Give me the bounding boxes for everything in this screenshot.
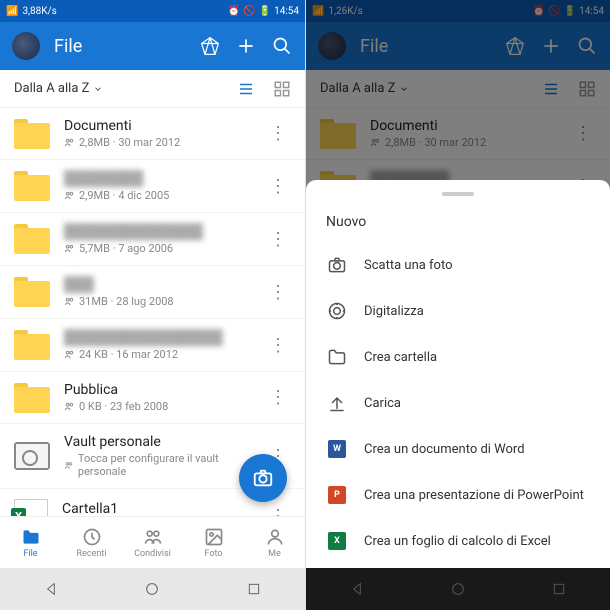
more-button[interactable]: ⋮ bbox=[265, 176, 291, 197]
vault-icon bbox=[14, 442, 50, 470]
file-item[interactable]: ████████ 2,9MB · 4 dic 2005 ⋮ bbox=[0, 160, 305, 213]
upload-icon bbox=[326, 392, 348, 414]
grid-view-icon[interactable] bbox=[273, 80, 291, 98]
battery-icon: 🔋 bbox=[259, 6, 271, 17]
file-item[interactable]: Documenti 2,8MB · 30 mar 2012 ⋮ bbox=[0, 108, 305, 160]
sheet-upload[interactable]: Carica bbox=[306, 380, 610, 426]
sort-button[interactable]: Dalla A alla Z bbox=[14, 81, 103, 96]
file-meta: 5,7MB · 7 ago 2006 bbox=[64, 242, 251, 255]
file-name: ███ bbox=[64, 276, 251, 293]
file-name: Vault personale bbox=[64, 434, 251, 450]
file-meta: 31MB · 28 lug 2008 bbox=[64, 295, 251, 308]
powerpoint-icon: P bbox=[328, 486, 346, 504]
more-button[interactable]: ⋮ bbox=[265, 335, 291, 356]
add-icon[interactable] bbox=[235, 35, 257, 57]
more-button[interactable]: ⋮ bbox=[265, 229, 291, 250]
chevron-down-icon bbox=[93, 84, 103, 94]
file-item[interactable]: ██████████████ 5,7MB · 7 ago 2006 ⋮ bbox=[0, 213, 305, 266]
file-meta: 2,9MB · 4 dic 2005 bbox=[64, 189, 251, 202]
sheet-handle[interactable] bbox=[442, 192, 474, 196]
folder-icon bbox=[14, 330, 50, 360]
bottom-sheet: Nuovo Scatta una foto Digitalizza Crea c… bbox=[306, 180, 610, 568]
folder-icon bbox=[326, 346, 348, 368]
file-item[interactable]: ████████████████ 24 KB · 16 mar 2012 ⋮ bbox=[0, 319, 305, 372]
screen-left: 📶 3,88K/s ⏰ 🚫 🔋 14:54 File Dalla A alla … bbox=[0, 0, 305, 610]
sheet-word[interactable]: W Crea un documento di Word bbox=[306, 426, 610, 472]
alarm-icon: ⏰ bbox=[228, 6, 240, 17]
sheet-take-photo[interactable]: Scatta una foto bbox=[306, 242, 610, 288]
sheet-powerpoint[interactable]: P Crea una presentazione di PowerPoint bbox=[306, 472, 610, 518]
fab-camera[interactable] bbox=[239, 454, 287, 502]
page-title: File bbox=[54, 36, 185, 57]
nav-recent[interactable]: Recenti bbox=[61, 517, 122, 568]
list-view-icon[interactable] bbox=[237, 80, 255, 98]
more-button[interactable]: ⋮ bbox=[265, 282, 291, 303]
network-speed: 3,88K/s bbox=[22, 6, 56, 17]
recent-button[interactable] bbox=[246, 581, 262, 597]
sort-bar: Dalla A alla Z bbox=[0, 70, 305, 108]
search-icon[interactable] bbox=[271, 35, 293, 57]
android-nav bbox=[0, 568, 305, 610]
folder-icon bbox=[14, 171, 50, 201]
home-button[interactable] bbox=[144, 581, 160, 597]
more-button[interactable]: ⋮ bbox=[265, 387, 291, 408]
clock: 14:54 bbox=[274, 6, 299, 17]
file-meta: 0 KB · 23 feb 2008 bbox=[64, 400, 251, 413]
file-name: Documenti bbox=[64, 118, 251, 134]
sheet-excel[interactable]: X Crea un foglio di calcolo di Excel bbox=[306, 518, 610, 564]
screen-right: 📶 1,26K/s ⏰ 🚫 🔋 14:54 File Dalla A alla … bbox=[305, 0, 610, 610]
file-name: Cartella1 bbox=[62, 501, 251, 517]
sheet-scan[interactable]: Digitalizza bbox=[306, 288, 610, 334]
back-button[interactable] bbox=[43, 581, 59, 597]
folder-icon bbox=[14, 224, 50, 254]
file-item[interactable]: Pubblica 0 KB · 23 feb 2008 ⋮ bbox=[0, 372, 305, 424]
file-name: ██████████████ bbox=[64, 223, 251, 240]
signal-icon: 📶 bbox=[6, 6, 18, 17]
nav-file[interactable]: File bbox=[0, 517, 61, 568]
excel-file-icon bbox=[14, 499, 48, 516]
folder-icon bbox=[14, 383, 50, 413]
more-button[interactable]: ⋮ bbox=[265, 506, 291, 517]
file-name: ████████████████ bbox=[64, 329, 251, 346]
premium-icon[interactable] bbox=[199, 35, 221, 57]
dnd-icon: 🚫 bbox=[243, 6, 255, 17]
sheet-title: Nuovo bbox=[306, 208, 610, 242]
scan-icon bbox=[326, 300, 348, 322]
app-bar: File bbox=[0, 22, 305, 70]
file-meta: 2,8MB · 30 mar 2012 bbox=[64, 136, 251, 149]
nav-shared[interactable]: Condivisi bbox=[122, 517, 183, 568]
folder-icon bbox=[14, 277, 50, 307]
avatar[interactable] bbox=[12, 32, 40, 60]
status-bar: 📶 3,88K/s ⏰ 🚫 🔋 14:54 bbox=[0, 0, 305, 22]
file-name: ████████ bbox=[64, 170, 251, 187]
file-meta: Tocca per configurare il vault personale bbox=[64, 452, 251, 478]
bottom-nav: File Recenti Condivisi Foto Me bbox=[0, 516, 305, 568]
camera-icon bbox=[326, 254, 348, 276]
file-item[interactable]: ███ 31MB · 28 lug 2008 ⋮ bbox=[0, 266, 305, 319]
folder-icon bbox=[14, 119, 50, 149]
excel-icon: X bbox=[328, 532, 346, 550]
word-icon: W bbox=[328, 440, 346, 458]
file-name: Pubblica bbox=[64, 382, 251, 398]
nav-me[interactable]: Me bbox=[244, 517, 305, 568]
more-button[interactable]: ⋮ bbox=[265, 123, 291, 144]
sheet-create-folder[interactable]: Crea cartella bbox=[306, 334, 610, 380]
file-meta: 24 KB · 16 mar 2012 bbox=[64, 348, 251, 361]
nav-photo[interactable]: Foto bbox=[183, 517, 244, 568]
